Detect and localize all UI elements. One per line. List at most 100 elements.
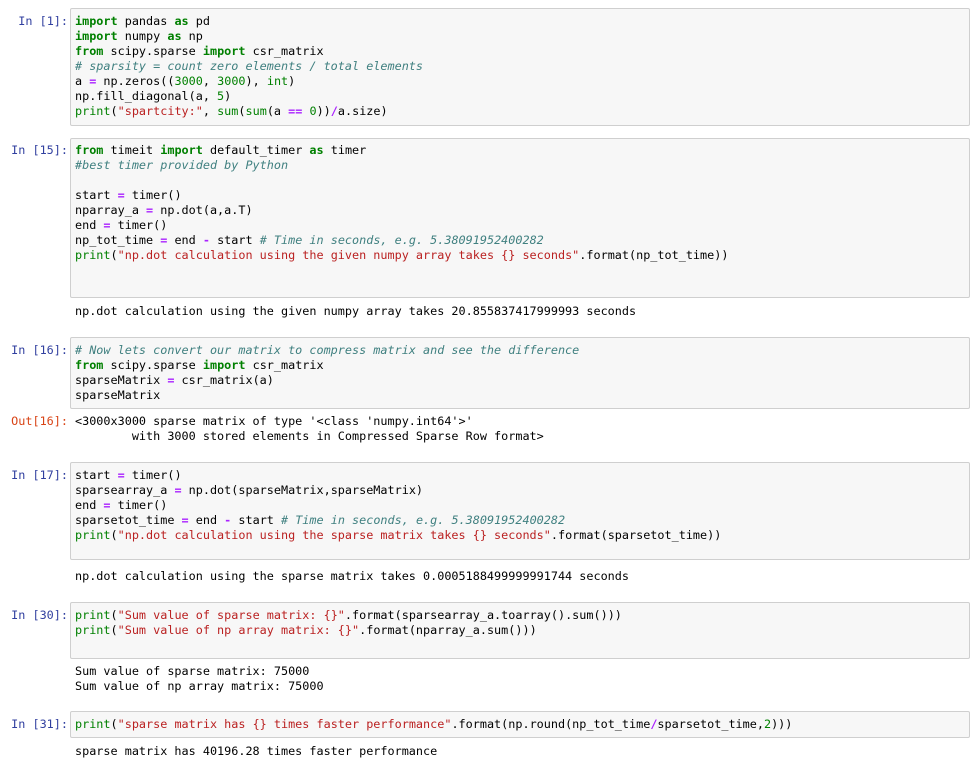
stream-output: np.dot calculation using the given numpy… — [75, 304, 636, 319]
code-token: sparsetot_time — [75, 513, 182, 527]
input-prompt: In [15]: — [11, 143, 68, 157]
code-token: sparsearray_a — [75, 483, 175, 497]
code-text: start = timer() sparsearray_a = np.dot(s… — [75, 468, 721, 543]
input-prompt: In [31]: — [11, 717, 68, 731]
code-token: = — [103, 218, 111, 232]
stream-output: Sum value of sparse matrix: 75000 Sum va… — [75, 664, 324, 694]
code-line: np.fill_diagonal(a, 5) — [75, 89, 231, 103]
output-line: sparse matrix has 40196.28 times faster … — [75, 744, 438, 758]
code-token: .format(np.round(np_tot_time — [451, 717, 651, 731]
code-text: # Now lets convert our matrix to compres… — [75, 343, 579, 403]
code-token: sum — [245, 104, 267, 118]
code-cell-15[interactable]: In [15]: from timeit import default_time… — [0, 138, 976, 328]
code-line: nparray_a = np.dot(a,a.T) — [75, 203, 253, 217]
code-token: = — [117, 468, 125, 482]
code-line: # sparsity = count zero elements / total… — [75, 59, 423, 73]
code-token: from — [75, 143, 104, 157]
code-token: ( — [110, 104, 118, 118]
code-token: from — [75, 358, 104, 372]
code-line: print("Sum value of sparse matrix: {}".f… — [75, 608, 622, 622]
code-token: end — [75, 218, 104, 232]
code-token: np.zeros(( — [96, 74, 175, 88]
code-token: np_tot_time — [75, 233, 161, 247]
code-token: "spartcity:" — [117, 104, 203, 118]
input-prompt: In [1]: — [18, 14, 68, 28]
code-line: np_tot_time = end - start # Time in seco… — [75, 233, 544, 247]
code-token: timer() — [124, 188, 182, 202]
code-token: a.size) — [337, 104, 388, 118]
code-token: print — [75, 623, 111, 637]
code-line: sparsearray_a = np.dot(sparseMatrix,spar… — [75, 483, 423, 497]
execute-result: <3000x3000 sparse matrix of type '<class… — [75, 414, 544, 444]
code-token: "sparse matrix has {} times faster perfo… — [117, 717, 452, 731]
code-token: ( — [238, 104, 246, 118]
code-token: , — [202, 104, 218, 118]
code-token: # Time in seconds, e.g. 5.38091952400282 — [259, 233, 544, 247]
code-line: #best timer provided by Python — [75, 158, 288, 172]
code-token: 0 — [309, 104, 317, 118]
code-cell-31[interactable]: In [31]: print("sparse matrix has {} tim… — [0, 711, 976, 739]
code-token: = — [117, 188, 125, 202]
code-token: import — [160, 143, 203, 157]
code-token: .format(np_tot_time)) — [579, 248, 729, 262]
code-token: timeit — [103, 143, 161, 157]
code-token: csr_matrix — [245, 358, 324, 372]
code-line: end = timer() — [75, 498, 167, 512]
code-token: print — [75, 608, 111, 622]
input-prompt: In [16]: — [11, 343, 68, 357]
code-token: sparsetot_time, — [657, 717, 764, 731]
code-token: np.dot(sparseMatrix,sparseMatrix) — [181, 483, 424, 497]
code-cell-1[interactable]: In [1]: import pandas as pd import numpy… — [0, 8, 976, 128]
code-cell-30[interactable]: In [30]: print("Sum value of sparse matr… — [0, 602, 976, 660]
code-token: print — [75, 717, 111, 731]
code-line: sparseMatrix — [75, 388, 160, 402]
code-token: = — [181, 513, 189, 527]
code-token: nparray_a — [75, 203, 147, 217]
output-line: Sum value of np array matrix: 75000 — [75, 679, 324, 693]
code-line: # Now lets convert our matrix to compres… — [75, 343, 579, 357]
code-token: as — [167, 29, 182, 43]
code-token: timer — [323, 143, 367, 157]
code-token: np.dot(a,a.T) — [153, 203, 253, 217]
code-token: np — [181, 29, 203, 43]
code-token: # Now lets convert our matrix to compres… — [75, 343, 580, 357]
code-token: ) — [288, 74, 296, 88]
code-token: "Sum value of np array matrix: {}" — [117, 623, 360, 637]
code-token: print — [75, 248, 111, 262]
code-line: from scipy.sparse import csr_matrix — [75, 358, 324, 372]
code-token: ( — [110, 248, 118, 262]
code-text: print("sparse matrix has {} times faster… — [75, 717, 792, 732]
code-token: end — [167, 233, 203, 247]
code-token: = — [174, 483, 182, 497]
code-token: = — [103, 498, 111, 512]
code-line: print("np.dot calculation using the give… — [75, 248, 728, 262]
code-token: pandas — [117, 14, 175, 28]
code-token: start — [75, 188, 118, 202]
code-token: timer() — [110, 498, 168, 512]
code-token: ( — [110, 528, 118, 542]
code-token: csr_matrix — [245, 44, 324, 58]
code-text: print("Sum value of sparse matrix: {}".f… — [75, 608, 622, 638]
code-line: print("spartcity:", sum(sum(a == 0))/a.s… — [75, 104, 388, 118]
code-line: print("np.dot calculation using the spar… — [75, 528, 721, 542]
code-token: a — [75, 74, 90, 88]
code-token: int — [266, 74, 289, 88]
code-token: sparseMatrix — [75, 373, 168, 387]
code-token: as — [174, 14, 189, 28]
code-text: import pandas as pd import numpy as np f… — [75, 14, 423, 119]
code-token: end — [75, 498, 104, 512]
code-line: sparseMatrix = csr_matrix(a) — [75, 373, 274, 387]
code-token: # sparsity = count zero elements / total… — [75, 59, 424, 73]
code-token: default_timer — [202, 143, 310, 157]
code-token: print — [75, 528, 111, 542]
code-cell-16[interactable]: In [16]: # Now lets convert our matrix t… — [0, 337, 976, 412]
code-cell-17[interactable]: In [17]: start = timer() sparsearray_a =… — [0, 462, 976, 562]
code-token: ( — [110, 717, 118, 731]
code-token: "Sum value of sparse matrix: {}" — [117, 608, 345, 622]
code-token: (a — [266, 104, 289, 118]
code-line: start = timer() — [75, 468, 182, 482]
code-token: from — [75, 44, 104, 58]
code-token: numpy — [117, 29, 168, 43]
code-line: from scipy.sparse import csr_matrix — [75, 44, 324, 58]
code-token: csr_matrix(a) — [174, 373, 274, 387]
